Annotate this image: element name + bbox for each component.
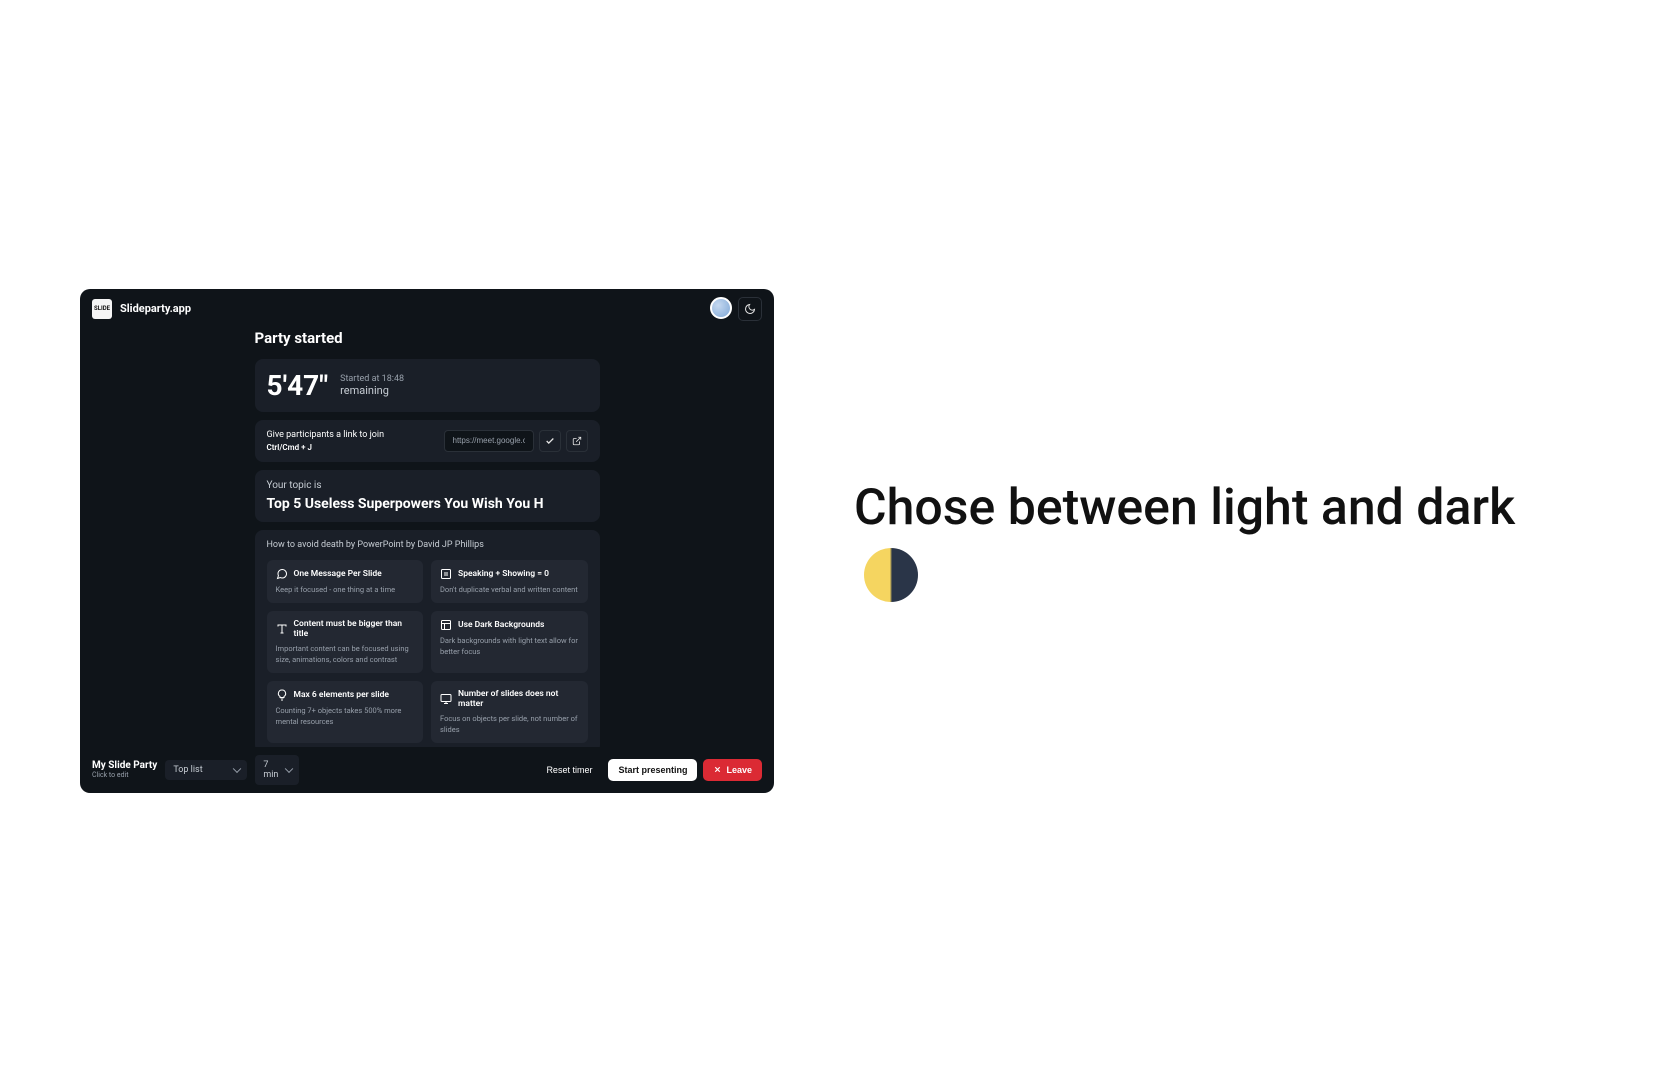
tip-card: Max 6 elements per slide Counting 7+ obje… bbox=[267, 681, 424, 743]
tip-card: Use Dark Backgrounds Dark backgrounds wit… bbox=[431, 611, 588, 673]
tip-title: One Message Per Slide bbox=[294, 569, 382, 579]
topic-label: Your topic is bbox=[267, 480, 588, 491]
tip-description: Dark backgrounds with light text allow f… bbox=[440, 636, 579, 657]
time-select-value: 7 min bbox=[263, 760, 279, 780]
tip-description: Don't duplicate verbal and written conte… bbox=[440, 585, 579, 596]
copy-button[interactable] bbox=[539, 430, 561, 452]
timer-remaining-label: remaining bbox=[340, 384, 404, 397]
invite-card: Give participants a link to join Ctrl/Cm… bbox=[255, 420, 600, 462]
chat-icon bbox=[276, 568, 288, 580]
invite-prompt: Give participants a link to join bbox=[267, 430, 385, 440]
open-link-button[interactable] bbox=[566, 430, 588, 452]
bottom-bar: My Slide Party Click to edit Top list 7 … bbox=[80, 747, 774, 793]
caption-text: Chose between light and dark bbox=[854, 479, 1515, 537]
topic-card: Your topic is Top 5 Useless Superpowers … bbox=[255, 470, 600, 522]
tip-card: Content must be bigger than title Importa… bbox=[267, 611, 424, 673]
theme-toggle-button[interactable] bbox=[738, 297, 762, 321]
layout-icon bbox=[440, 619, 452, 631]
main-content: Party started 5'47" Started at 18:48 rem… bbox=[80, 329, 774, 747]
tips-card: How to avoid death by PowerPoint by Davi… bbox=[255, 530, 600, 747]
topic-select[interactable]: Top list bbox=[165, 760, 247, 780]
logo-group[interactable]: SLIDE Slideparty.app bbox=[92, 299, 191, 319]
timer-started-at: Started at 18:48 bbox=[340, 374, 404, 384]
party-name-button[interactable]: My Slide Party Click to edit bbox=[92, 760, 157, 779]
tip-description: Keep it focused - one thing at a time bbox=[276, 585, 415, 596]
tips-heading: How to avoid death by PowerPoint by Davi… bbox=[267, 540, 588, 550]
topic-title: Top 5 Useless Superpowers You Wish You H bbox=[267, 496, 588, 512]
eq-icon bbox=[440, 568, 452, 580]
bulb-icon bbox=[276, 689, 288, 701]
tip-title: Speaking + Showing = 0 bbox=[458, 569, 549, 579]
topic-select-value: Top list bbox=[173, 765, 202, 775]
tip-description: Counting 7+ objects takes 500% more ment… bbox=[276, 706, 415, 727]
app-header: SLIDE Slideparty.app bbox=[80, 289, 774, 329]
tip-card: Number of slides does not matter Focus on… bbox=[431, 681, 588, 743]
tip-card: Speaking + Showing = 0 Don't duplicate ve… bbox=[431, 560, 588, 604]
party-name: My Slide Party bbox=[92, 760, 157, 771]
header-actions bbox=[710, 297, 762, 321]
app-window: SLIDE Slideparty.app Party started 5'47"… bbox=[80, 289, 774, 793]
tip-title: Max 6 elements per slide bbox=[294, 690, 389, 700]
type-icon bbox=[276, 623, 288, 635]
half-moon-icon bbox=[864, 548, 918, 602]
party-name-hint: Click to edit bbox=[92, 771, 157, 779]
leave-button[interactable]: Leave bbox=[703, 759, 762, 781]
reset-timer-button[interactable]: Reset timer bbox=[536, 759, 602, 781]
avatar[interactable] bbox=[710, 297, 732, 319]
monitor-icon bbox=[440, 693, 452, 705]
tip-card: One Message Per Slide Keep it focused - o… bbox=[267, 560, 424, 604]
leave-label: Leave bbox=[726, 765, 752, 775]
marketing-caption: Chose between light and dark bbox=[854, 476, 1588, 606]
close-icon bbox=[713, 765, 722, 774]
tip-description: Focus on objects per slide, not number o… bbox=[440, 714, 579, 735]
check-icon bbox=[545, 436, 555, 446]
logo-icon: SLIDE bbox=[92, 299, 112, 319]
tip-title: Use Dark Backgrounds bbox=[458, 620, 544, 630]
timer-value: 5'47" bbox=[267, 369, 329, 402]
external-link-icon bbox=[572, 436, 582, 446]
timer-card: 5'47" Started at 18:48 remaining bbox=[255, 359, 600, 412]
moon-icon bbox=[744, 303, 756, 315]
party-started-heading: Party started bbox=[255, 329, 600, 347]
app-name: Slideparty.app bbox=[120, 302, 191, 315]
start-presenting-button[interactable]: Start presenting bbox=[608, 759, 697, 781]
time-select[interactable]: 7 min bbox=[255, 755, 299, 785]
tip-title: Content must be bigger than title bbox=[294, 619, 415, 639]
tip-description: Important content can be focused using s… bbox=[276, 644, 415, 665]
keyboard-shortcut: Ctrl/Cmd + J bbox=[267, 443, 385, 452]
tip-title: Number of slides does not matter bbox=[458, 689, 579, 709]
invite-url-input[interactable] bbox=[444, 430, 534, 452]
